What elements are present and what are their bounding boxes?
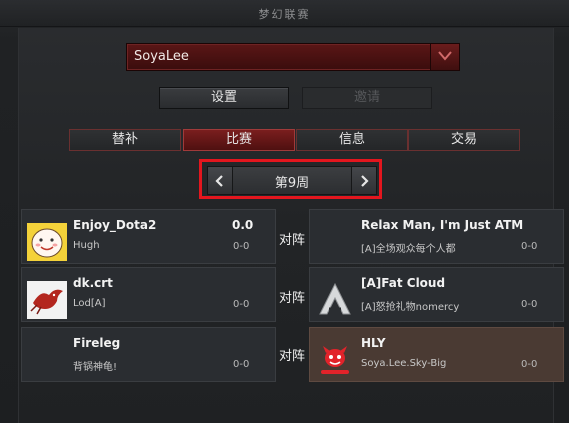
invite-button[interactable]: 邀请 xyxy=(302,87,432,109)
team-name: Fireleg xyxy=(73,336,121,350)
title-bar: 梦幻联赛 xyxy=(0,0,569,27)
red-mascot-logo-icon xyxy=(315,341,355,379)
week-label: 第9周 xyxy=(274,176,310,191)
chevron-down-icon xyxy=(438,51,452,61)
matchup-1-home-team[interactable]: Enjoy_Dota2 Hugh 0.0 0-0 xyxy=(21,209,276,264)
team-record: 0-0 xyxy=(233,241,250,252)
team-owner: 背锅神龟! xyxy=(73,362,118,373)
alliance-logo-icon xyxy=(315,281,355,319)
settings-button[interactable]: 设置 xyxy=(159,87,289,109)
red-bird-logo-icon xyxy=(27,281,67,319)
tab-bench[interactable]: 替补 xyxy=(69,129,181,151)
matchup-3-away-team[interactable]: HLY Soya.Lee.Sky-Big 0-0 xyxy=(309,327,564,382)
fantasy-league-window: 梦幻联赛 SoyaLee 设置 邀请 替补 比赛 信息 交易 第9周 Enjoy… xyxy=(0,0,569,423)
team-owner: Soya.Lee.Sky-Big xyxy=(361,358,447,369)
vs-label: 对阵 xyxy=(278,291,305,306)
team-name: [A]Fat Cloud xyxy=(361,276,446,290)
chevron-left-icon xyxy=(215,175,223,187)
vs-label: 对阵 xyxy=(278,349,305,364)
team-record: 0-0 xyxy=(521,359,538,370)
team-owner: Lod[A] xyxy=(73,298,106,309)
matchup-1-away-team[interactable]: Relax Man, I'm Just ATM [A]全场观众每个人都 0-0 xyxy=(309,209,564,264)
chevron-right-icon xyxy=(361,175,369,187)
team-name: HLY xyxy=(361,336,386,350)
next-week-button[interactable] xyxy=(351,167,376,194)
vs-label: 对阵 xyxy=(278,233,305,248)
team-name: Relax Man, I'm Just ATM xyxy=(361,218,524,232)
matchup-3-home-team[interactable]: Fireleg 背锅神龟! 0-0 xyxy=(21,327,276,382)
team-name: Enjoy_Dota2 xyxy=(73,218,157,232)
week-selector: 第9周 xyxy=(207,166,377,195)
dropdown-arrow-button[interactable] xyxy=(430,44,459,70)
team-record: 0-0 xyxy=(521,299,538,310)
league-dropdown-value: SoyaLee xyxy=(134,49,189,64)
team-record: 0-0 xyxy=(233,359,250,370)
team-owner: Hugh xyxy=(73,240,100,251)
tab-trade[interactable]: 交易 xyxy=(408,129,520,151)
tab-info[interactable]: 信息 xyxy=(296,129,408,151)
matchup-2-away-team[interactable]: [A]Fat Cloud [A]怒抢礼物nomercy 0-0 xyxy=(309,267,564,322)
team-owner: [A]怒抢礼物nomercy xyxy=(361,302,460,313)
team-record: 0-0 xyxy=(521,241,538,252)
team-name: dk.crt xyxy=(73,276,113,290)
tab-matches[interactable]: 比赛 xyxy=(183,129,295,151)
matchup-2-home-team[interactable]: dk.crt Lod[A] 0-0 xyxy=(21,267,276,322)
cartoon-face-logo-icon xyxy=(27,223,67,261)
team-owner: [A]全场观众每个人都 xyxy=(361,244,456,255)
team-record: 0-0 xyxy=(233,299,250,310)
window-title: 梦幻联赛 xyxy=(258,8,311,21)
previous-week-button[interactable] xyxy=(208,167,233,194)
league-dropdown[interactable]: SoyaLee xyxy=(126,43,460,71)
team-score: 0.0 xyxy=(232,218,254,232)
